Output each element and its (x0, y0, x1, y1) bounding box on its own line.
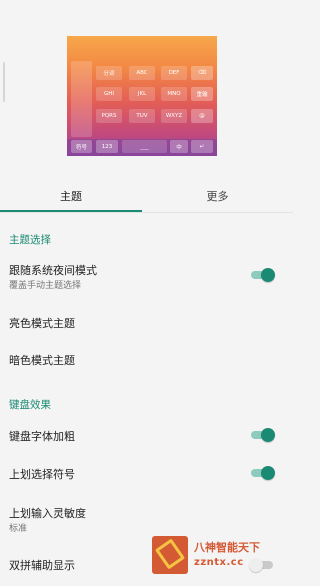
keyboard-theme-preview[interactable]: 分词 ABC DEF ⌫ GHI JKL MNO 重输 PQRS TUV WXY… (67, 36, 217, 156)
watermark-domain: zzntx.cc (194, 557, 244, 568)
preview-key-space: ___ (122, 140, 167, 153)
setting-dark-mode-theme[interactable]: 暗色模式主题 (9, 352, 75, 368)
preview-key-123: 123 (96, 140, 118, 153)
preview-key-comma: 分词 (96, 66, 122, 80)
edge-handle (3, 62, 5, 102)
preview-key-ghi: GHI (96, 87, 122, 101)
toggle-bold-keyboard-font[interactable] (251, 428, 275, 442)
preview-key-symbol: 符号 (71, 140, 92, 153)
tab-divider (0, 212, 293, 213)
status-bar (0, 0, 293, 10)
preview-key-at: @ (191, 109, 213, 123)
setting-bold-keyboard-font[interactable]: 键盘字体加粗 (9, 428, 75, 444)
setting-double-pinyin-hint[interactable]: 双拼辅助显示 (9, 557, 75, 573)
preview-key-jkl: JKL (129, 87, 155, 101)
setting-follow-system-night-mode-subtitle: 覆盖手动主题选择 (9, 281, 82, 291)
preview-key-enter: ↵ (191, 140, 213, 153)
preview-key-left-column (71, 61, 92, 137)
section-header-keyboard-effects: 键盘效果 (9, 399, 51, 411)
toggle-thumb (261, 268, 275, 282)
tab-bar: 主题 更多 (0, 180, 293, 213)
broom-icon (154, 538, 186, 570)
preview-key-chinese: 中 (170, 140, 188, 153)
watermark: 八神智能天下 zzntx.cc (152, 534, 285, 576)
preview-key-wxyz: WXYZ (161, 109, 187, 123)
watermark-name: 八神智能天下 (194, 541, 260, 554)
preview-key-def: DEF (161, 66, 187, 80)
preview-key-tuv: TUV (129, 109, 155, 123)
toggle-swipe-up-symbol[interactable] (251, 466, 275, 480)
setting-light-mode-theme[interactable]: 亮色模式主题 (9, 315, 75, 331)
setting-swipe-up-sensitivity[interactable]: 上划输入灵敏度 (9, 505, 86, 521)
setting-swipe-up-sensitivity-value: 标准 (9, 524, 28, 534)
tab-more[interactable]: 更多 (142, 180, 293, 212)
preview-key-delete: ⌫ (191, 66, 213, 80)
watermark-logo (152, 536, 188, 574)
toggle-thumb (261, 466, 275, 480)
setting-follow-system-night-mode[interactable]: 跟随系统夜间模式 (9, 262, 97, 278)
toggle-follow-system-night-mode[interactable] (251, 268, 275, 282)
preview-key-pqrs: PQRS (96, 109, 122, 123)
preview-key-clear: 重输 (191, 87, 213, 101)
toggle-thumb (261, 428, 275, 442)
preview-key-abc: ABC (129, 66, 155, 80)
section-header-theme-selection: 主题选择 (9, 234, 51, 246)
setting-swipe-up-symbol[interactable]: 上划选择符号 (9, 466, 75, 482)
tab-theme[interactable]: 主题 (0, 180, 142, 212)
preview-key-mno: MNO (161, 87, 187, 101)
